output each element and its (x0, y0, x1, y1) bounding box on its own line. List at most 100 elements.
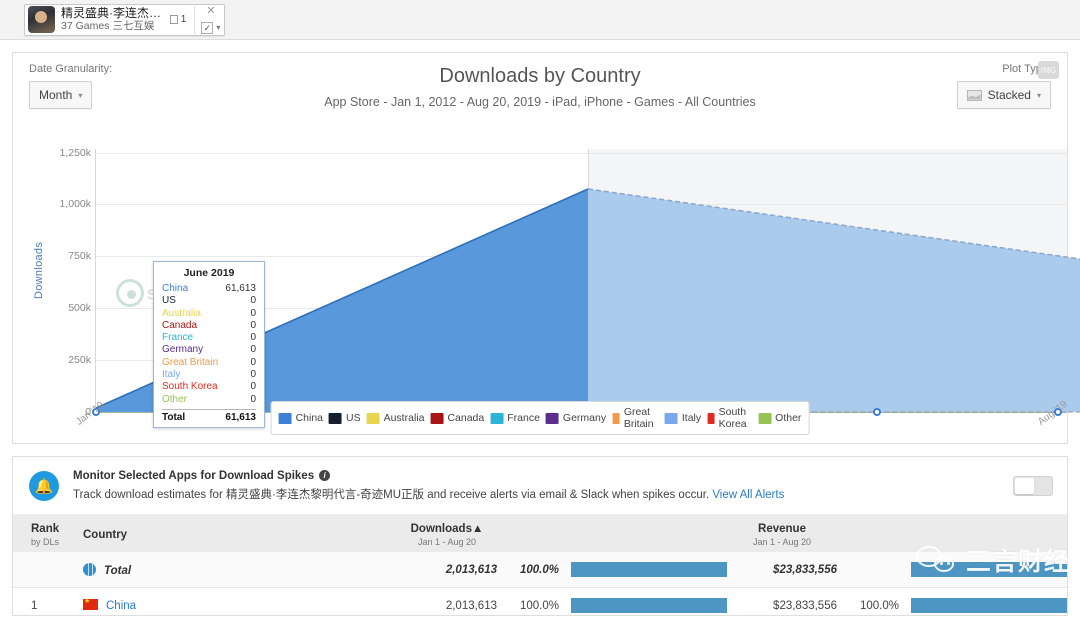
legend-label: Italy (681, 412, 702, 424)
legend-label: Canada (447, 412, 485, 424)
app-icon (28, 6, 55, 33)
row-revenue: $23,833,556 (727, 552, 837, 588)
revenue-header-label: Revenue (758, 523, 806, 535)
export-image-button[interactable]: IMG (1038, 61, 1059, 79)
legend-item[interactable]: Italy (664, 412, 702, 424)
app-card-toggle[interactable]: ✓ ▾ (201, 21, 220, 34)
legend-swatch (329, 412, 342, 424)
row-revenue-pct: 100.0% (859, 599, 899, 612)
legend-swatch (490, 412, 504, 424)
alert-body-post: and receive alerts via email & Slack whe… (424, 488, 713, 501)
column-header-rank[interactable]: Rank by DLs (13, 515, 71, 552)
legend-item[interactable]: France (490, 412, 540, 424)
row-downloads: 2,013,613 (397, 552, 497, 588)
checkbox-icon[interactable]: ✓ (201, 21, 214, 34)
tooltip-value: 0 (250, 295, 256, 307)
date-granularity-control: Date Granularity: Month ▾ (29, 63, 112, 109)
legend-item[interactable]: Canada (430, 412, 484, 424)
tooltip-country: Germany (162, 344, 204, 356)
legend-item[interactable]: China (278, 412, 323, 424)
chart-legend: China US Australia Canada France Germany… (270, 401, 810, 435)
legend-swatch (612, 412, 620, 424)
legend-label: Germany (562, 412, 607, 424)
row-country[interactable]: China (71, 588, 397, 616)
selected-app-card[interactable]: 精灵盛典·李连杰… 37 Games 三七互娱  1 ✕ ✓ ▾ (24, 3, 226, 36)
legend-item[interactable]: US (329, 412, 361, 424)
table-header-row: Rank by DLs Country Downloads▲ Jan 1 - A… (13, 515, 1067, 552)
globe-icon (83, 562, 96, 576)
tooltip-country: South Korea (162, 381, 218, 393)
legend-swatch (430, 412, 444, 424)
plot-type-control: Plot Type: Stacked ▾ (956, 63, 1051, 109)
legend-swatch (545, 412, 559, 424)
y-tick-label: 1,000k (59, 198, 91, 210)
legend-item[interactable]: Australia (366, 412, 424, 424)
platform-count: 1 (181, 14, 187, 25)
plot-type-value: Stacked (987, 88, 1031, 102)
tooltip-value: 0 (250, 344, 256, 356)
row-rank: 1 (31, 599, 38, 612)
legend-label: China (295, 412, 323, 424)
view-all-alerts-link[interactable]: View All Alerts (712, 489, 784, 501)
chart-subtitle: App Store - Jan 1, 2012 - Aug 20, 2019 -… (324, 95, 756, 109)
y-tick-label: 250k (68, 354, 91, 366)
download-spike-alert-banner: 🔔 Monitor Selected Apps for Download Spi… (13, 457, 1067, 515)
tooltip-value: 0 (250, 356, 256, 368)
tooltip-country: Canada (162, 319, 198, 331)
tooltip-country: US (162, 295, 176, 307)
legend-item[interactable]: Great Britain (612, 406, 659, 430)
column-header-downloads[interactable]: Downloads▲ Jan 1 - Aug 20 (397, 515, 497, 552)
downloads-header-label: Downloads (410, 523, 472, 535)
table-row: Total 2,013,613 100.0% $23,833,556 (13, 552, 1067, 588)
top-app-selector-bar: 精灵盛典·李连杰… 37 Games 三七互娱  1 ✕ ✓ ▾ (0, 0, 1080, 40)
app-name: 精灵盛典·李连杰… (61, 6, 161, 20)
tooltip-header: June 2019 (183, 267, 235, 279)
radar-watermark-icon (116, 279, 144, 307)
legend-swatch (758, 412, 772, 424)
legend-label: Other (775, 412, 802, 424)
column-header-revenue[interactable]: Revenue Jan 1 - Aug 20 (727, 515, 837, 552)
alert-body: Track download estimates for 精灵盛典·李连杰黎明代… (73, 486, 1013, 502)
row-downloads-bar (559, 588, 727, 616)
legend-label: France (507, 412, 540, 424)
chart-tooltip: June 2019 China 61,613 US 0 Australia 0 Can… (153, 261, 265, 428)
tooltip-value: 61,613 (225, 283, 256, 294)
legend-label: US (346, 412, 361, 424)
rank-header-sub: by DLs (31, 537, 60, 547)
column-header-downloads-bar (559, 515, 727, 552)
alert-toggle[interactable] (1013, 475, 1053, 496)
revenue-header-sub: Jan 1 - Aug 20 (752, 537, 812, 547)
flag-cn-icon (83, 597, 98, 610)
tooltip-total-value: 61,613 (225, 411, 256, 423)
row-downloads-pct: 100.0% (497, 552, 559, 588)
date-granularity-dropdown[interactable]: Month ▾ (29, 81, 93, 109)
row-rank (13, 552, 71, 588)
chevron-down-icon: ▾ (78, 90, 83, 100)
plot-type-dropdown[interactable]: Stacked ▾ (956, 81, 1051, 109)
legend-item[interactable]: Germany (545, 412, 607, 424)
chart-panel: Date Granularity: Month ▾ Plot Type: Sta… (12, 52, 1080, 444)
close-icon[interactable]: ✕ (206, 5, 215, 17)
row-country-label[interactable]: China (106, 600, 136, 612)
country-breakdown-card: 🔔 Monitor Selected Apps for Download Spi… (12, 456, 1068, 616)
legend-swatch (278, 412, 292, 424)
rank-header-label: Rank (31, 523, 60, 535)
tooltip-value: 0 (250, 319, 256, 331)
tooltip-country: France (162, 332, 194, 344)
data-point[interactable] (873, 408, 881, 416)
legend-item[interactable]: South Korea (707, 406, 752, 430)
tooltip-value: 0 (250, 369, 256, 381)
country-header-label: Country (83, 529, 128, 541)
column-header-country[interactable]: Country (71, 515, 397, 552)
table-row[interactable]: 1 China 2,013,613 100.0% $23,833,556 100… (13, 588, 1067, 616)
info-icon[interactable]: i (319, 470, 331, 481)
row-revenue: $23,833,556 (773, 599, 837, 612)
plot-type-label: Plot Type: (1002, 63, 1051, 75)
chevron-down-icon[interactable]: ▾ (216, 23, 220, 32)
bell-icon: 🔔 (29, 470, 59, 501)
legend-item[interactable]: Other (758, 412, 801, 424)
column-header-revenue-pct (837, 515, 899, 552)
row-downloads-pct: 100.0% (519, 599, 559, 612)
legend-label: South Korea (718, 406, 747, 430)
y-tick-label: 750k (68, 250, 91, 262)
